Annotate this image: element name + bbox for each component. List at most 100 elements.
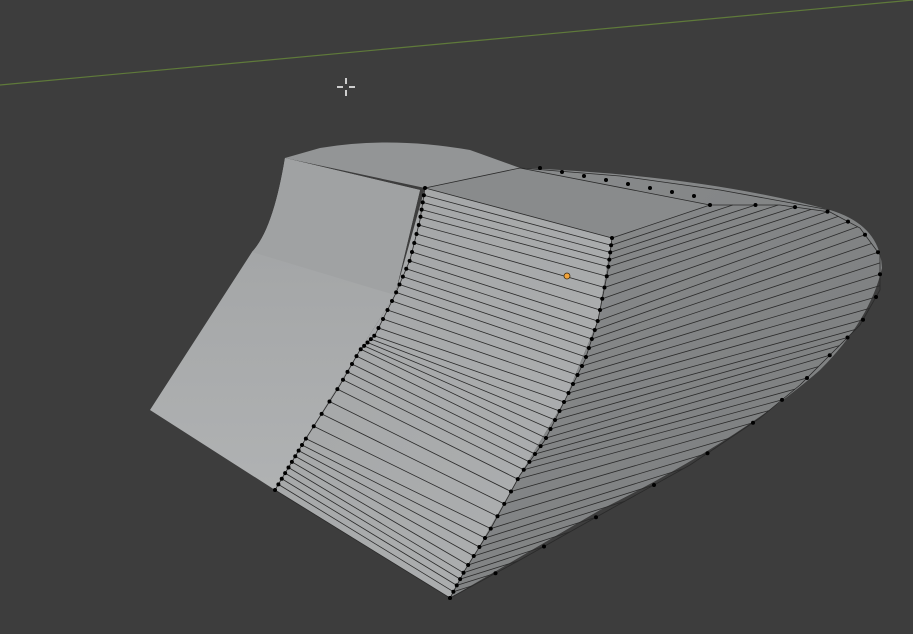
mesh-vertex (610, 236, 614, 240)
mesh-vertex (580, 364, 584, 368)
mesh-vertex (538, 444, 543, 449)
mesh-vertex (471, 554, 476, 558)
mesh-vertex (394, 290, 399, 295)
mesh-vertex (793, 205, 797, 210)
mesh-vertex (595, 319, 600, 323)
mesh-vertex (423, 186, 427, 190)
mesh-vertex (548, 427, 553, 431)
mesh-vertex (652, 483, 656, 487)
mesh-vertex (566, 391, 571, 395)
mesh-vertex (602, 285, 607, 290)
mesh-vertex (461, 570, 466, 575)
mesh-vertex (533, 452, 537, 456)
mesh-vertex (692, 194, 696, 198)
mesh-vertex (419, 207, 424, 212)
mesh-vertex (414, 232, 419, 236)
mesh-vertex (557, 409, 562, 413)
mesh-vertex (553, 418, 557, 422)
mesh-vertex (607, 257, 612, 262)
mesh-vertex (495, 514, 500, 519)
mesh-vertex (381, 317, 385, 321)
mesh-vertex (648, 186, 652, 190)
mesh-vertex (606, 264, 611, 269)
3d-viewport[interactable] (0, 0, 913, 634)
mesh-object[interactable] (150, 142, 882, 600)
mesh-vertex (451, 589, 456, 594)
mesh-vertex (846, 219, 850, 224)
mesh-vertex (751, 420, 755, 425)
mesh-vertex (397, 282, 402, 287)
3d-cursor-icon[interactable] (337, 78, 355, 96)
mesh-vertex (418, 214, 423, 219)
mesh-vertex (538, 166, 542, 170)
mesh-vertex (365, 340, 370, 345)
mesh-vertex (575, 373, 580, 377)
mesh-vertex (300, 443, 304, 447)
mesh-vertex (562, 400, 566, 404)
mesh-vertex (609, 243, 614, 248)
mesh-vertex (341, 377, 345, 382)
mesh-vertex (372, 333, 377, 338)
mesh-vertex (354, 354, 359, 359)
viewport-canvas[interactable] (0, 0, 913, 634)
mesh-vertex (362, 343, 367, 348)
mesh-vertex (878, 272, 882, 277)
mesh-vertex (493, 571, 498, 576)
mesh-vertex (286, 465, 291, 470)
mesh-vertex (780, 397, 784, 402)
mesh-vertex (421, 193, 426, 198)
mesh-vertex (279, 476, 284, 481)
mesh-vertex (876, 250, 880, 255)
mesh-vertex (420, 200, 425, 205)
mesh-vertex (560, 170, 564, 174)
mesh-vertex (592, 328, 597, 332)
mesh-vertex (845, 335, 850, 340)
mesh-vertex (345, 369, 350, 374)
mesh-vertex (448, 596, 452, 600)
mesh-vertex (598, 308, 602, 312)
mesh-vertex (515, 477, 520, 482)
mesh-vertex (626, 182, 630, 186)
mesh-vertex (477, 545, 482, 549)
mesh-vertex (303, 436, 308, 441)
mesh-vertex (390, 299, 394, 303)
mesh-vertex (407, 258, 412, 263)
mesh-vertex (600, 296, 605, 301)
object-origin-icon[interactable] (563, 272, 571, 280)
mesh-vertex (276, 482, 281, 487)
mesh-vertex (350, 362, 354, 366)
mesh-vertex (827, 353, 832, 358)
mesh-vertex (483, 536, 487, 540)
mesh-vertex (466, 563, 471, 567)
mesh-vertex (400, 274, 405, 279)
mesh-vertex (293, 454, 298, 459)
mesh-vertex (509, 489, 513, 494)
mesh-vertex (527, 459, 532, 464)
mesh-vertex (604, 274, 609, 279)
mesh-vertex (289, 459, 294, 464)
grid-x-axis-line (0, 0, 913, 86)
mesh-vertex (335, 387, 340, 392)
mesh-vertex (542, 544, 546, 549)
mesh-vertex (458, 577, 463, 582)
mesh-vertex (608, 250, 613, 255)
mesh-vertex (805, 376, 809, 380)
mesh-vertex (753, 203, 758, 207)
mesh-vertex (412, 241, 417, 245)
mesh-vertex (874, 295, 878, 299)
mesh-vertex (604, 178, 608, 182)
mesh-vertex (283, 471, 288, 476)
mesh-vertex (368, 337, 373, 342)
mesh-vertex (589, 337, 594, 341)
mesh-vertex (454, 583, 459, 588)
mesh-vertex (376, 326, 381, 330)
mesh-vertex (670, 190, 674, 194)
mesh-vertex (708, 203, 712, 207)
mesh-vertex (311, 424, 316, 429)
mesh-vertex (583, 355, 588, 359)
mesh-vertex (296, 448, 301, 453)
mesh-vertex (705, 451, 710, 456)
mesh-vertex (416, 223, 421, 227)
mesh-vertex (410, 250, 414, 254)
mesh-vertex (571, 382, 575, 386)
